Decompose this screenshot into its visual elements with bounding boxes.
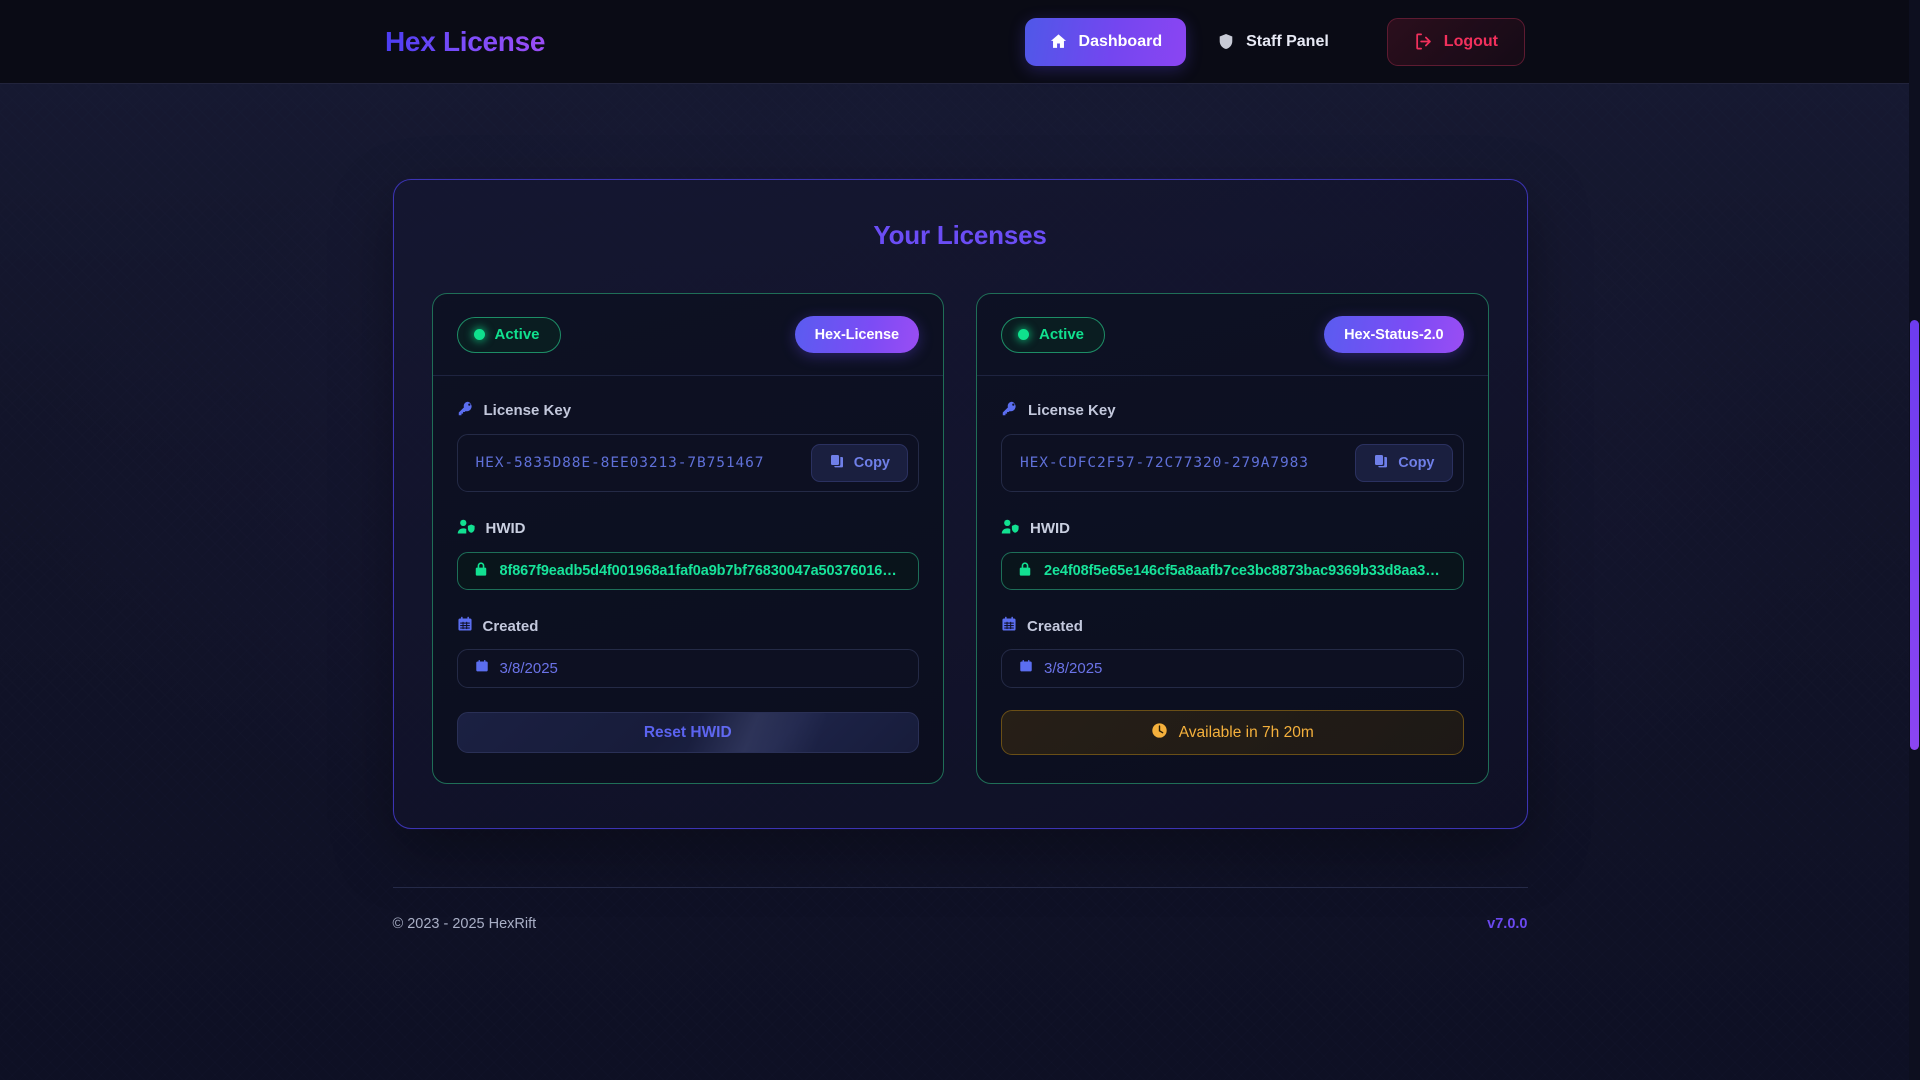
license-key-box: HEX-CDFC2F57-72C77320-279A7983 Copy	[1001, 434, 1464, 492]
calendar-icon	[457, 616, 473, 636]
nav-actions: Dashboard Staff Panel Logout	[1024, 17, 1525, 66]
footer-wrap: © 2023 - 2025 HexRift v7.0.0	[0, 887, 1920, 932]
license-key-value: HEX-CDFC2F57-72C77320-279A7983	[1020, 455, 1309, 471]
calendar-icon	[1001, 616, 1017, 636]
copy-button-label: Copy	[1398, 455, 1435, 471]
license-key-box: HEX-5835D88E-8EE03213-7B751467 Copy	[456, 434, 919, 492]
status-dot-icon	[1018, 329, 1029, 340]
hwid-box: 8f867f9eadb5d4f001968a1faf0a9b7bf7683004…	[456, 552, 919, 590]
license-key-value: HEX-5835D88E-8EE03213-7B751467	[475, 455, 765, 471]
hwid-value: 2e4f08f5e65e146cf5a8aafb7ce3bc8873bac936…	[1044, 563, 1447, 579]
hwid-box: 2e4f08f5e65e146cf5a8aafb7ce3bc8873bac936…	[1001, 552, 1464, 590]
shield-icon	[1216, 32, 1235, 51]
status-badge: Active	[456, 316, 561, 353]
nav-staff-panel-button[interactable]: Staff Panel	[1192, 18, 1353, 66]
scrollbar-thumb[interactable]	[1910, 320, 1919, 750]
licenses-panel: Your Licenses Active Hex-License License…	[392, 179, 1528, 829]
hwid-label-row: HWID	[1001, 518, 1464, 539]
copy-license-key-button[interactable]: Copy	[1355, 444, 1453, 482]
license-card-header: Active Hex-Status-2.0	[977, 294, 1488, 376]
lock-icon	[474, 561, 488, 582]
lock-icon	[1018, 561, 1032, 582]
nav-dashboard-label: Dashboard	[1078, 32, 1163, 50]
created-date-box: 3/8/2025	[1001, 649, 1464, 688]
license-key-label-row: License Key	[457, 400, 920, 421]
status-badge-label: Active	[494, 326, 540, 343]
cooldown-label: Available in 7h 20m	[1178, 723, 1314, 741]
page-root: Hex License Dashboard Staff Panel Logout…	[0, 0, 1920, 1080]
footer: © 2023 - 2025 HexRift v7.0.0	[392, 887, 1528, 932]
created-label: Created	[1027, 617, 1083, 635]
cooldown-button[interactable]: Available in 7h 20m	[1001, 710, 1464, 755]
license-key-label-row: License Key	[1001, 400, 1464, 421]
created-date-value: 3/8/2025	[499, 660, 558, 677]
logout-icon	[1414, 32, 1433, 51]
nav-dashboard-button[interactable]: Dashboard	[1024, 17, 1187, 66]
key-icon	[1001, 400, 1018, 421]
calendar-small-icon	[475, 659, 489, 678]
nav-logout-button[interactable]: Logout	[1386, 17, 1525, 66]
nav-staff-panel-label: Staff Panel	[1246, 32, 1329, 50]
footer-copyright: © 2023 - 2025 HexRift	[392, 916, 537, 932]
license-card: Active Hex-License License Key HEX-5835D…	[431, 293, 944, 784]
user-shield-icon	[1001, 518, 1020, 539]
hwid-value: 8f867f9eadb5d4f001968a1faf0a9b7bf7683004…	[499, 563, 903, 579]
copy-icon	[829, 453, 845, 473]
product-badge-label: Hex-Status-2.0	[1344, 326, 1444, 343]
top-navbar: Hex License Dashboard Staff Panel Logout	[0, 0, 1920, 84]
page-title: Your Licenses	[873, 220, 1047, 250]
status-badge: Active	[1001, 316, 1106, 353]
reset-hwid-button[interactable]: Reset HWID	[456, 712, 919, 753]
clock-icon	[1151, 722, 1168, 744]
product-badge-label: Hex-License	[814, 326, 899, 343]
nav-logout-label: Logout	[1443, 32, 1498, 50]
license-card: Active Hex-Status-2.0 License Key HEX-CD…	[976, 293, 1489, 784]
created-label-row: Created	[457, 616, 920, 636]
license-key-label: License Key	[1028, 402, 1116, 419]
user-shield-icon	[457, 518, 476, 539]
copy-button-label: Copy	[853, 455, 890, 471]
licenses-grid: Active Hex-License License Key HEX-5835D…	[431, 293, 1489, 784]
created-label: Created	[482, 617, 539, 635]
license-card-body: License Key HEX-5835D88E-8EE03213-7B7514…	[433, 376, 944, 781]
main-content: Your Licenses Active Hex-License License…	[0, 84, 1920, 829]
status-dot-icon	[473, 329, 485, 340]
created-date-value: 3/8/2025	[1044, 660, 1103, 677]
key-icon	[457, 400, 474, 421]
reset-hwid-label: Reset HWID	[643, 723, 732, 741]
home-icon	[1049, 32, 1068, 51]
product-badge: Hex-License	[794, 316, 919, 353]
license-card-body: License Key HEX-CDFC2F57-72C77320-279A79…	[977, 376, 1488, 783]
brand-logo[interactable]: Hex License	[385, 26, 545, 58]
status-badge-label: Active	[1039, 326, 1085, 343]
hwid-label: HWID	[1030, 520, 1070, 537]
copy-license-key-button[interactable]: Copy	[810, 444, 908, 482]
created-date-box: 3/8/2025	[456, 649, 919, 688]
hwid-label: HWID	[485, 520, 526, 537]
license-card-header: Active Hex-License	[432, 294, 943, 376]
created-label-row: Created	[1001, 616, 1464, 636]
product-badge: Hex-Status-2.0	[1324, 316, 1464, 353]
copy-icon	[1373, 453, 1389, 473]
calendar-small-icon	[1019, 659, 1033, 678]
footer-version: v7.0.0	[1487, 916, 1528, 932]
license-key-label: License Key	[483, 402, 572, 419]
hwid-label-row: HWID	[457, 518, 920, 539]
